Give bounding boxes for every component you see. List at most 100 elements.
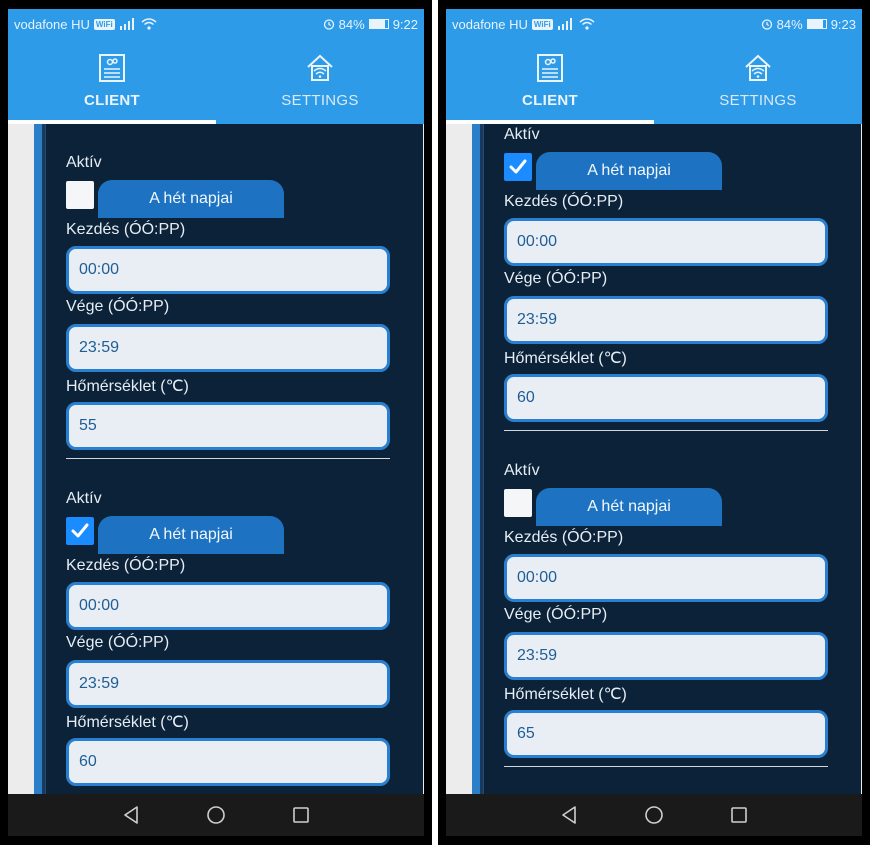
nav-home-button[interactable]	[204, 803, 228, 827]
nav-recents-button[interactable]	[727, 803, 751, 827]
end-time-field[interactable]: 23:59	[504, 632, 828, 680]
tab-client[interactable]: CLIENT	[8, 39, 216, 124]
tab-settings[interactable]: SETTINGS	[216, 39, 424, 124]
temperature-label: Hőmérséklet (℃)	[504, 350, 627, 367]
recents-square-icon	[293, 807, 310, 823]
temperature-label: Hőmérséklet (℃)	[504, 686, 627, 703]
temperature-field[interactable]: 65	[504, 710, 828, 758]
status-left: vodafone HU WiFi	[14, 17, 157, 32]
active-label: Aktív	[504, 126, 540, 143]
start-time-field[interactable]: 00:00	[66, 582, 390, 630]
tab-client-label: CLIENT	[522, 92, 578, 109]
end-time-field[interactable]: 23:59	[504, 296, 828, 344]
tab-bar: CLIENT SETTINGS	[446, 39, 862, 124]
end-time-label: Vége (ÓÓ:PP)	[504, 606, 608, 623]
tab-client[interactable]: CLIENT	[446, 39, 654, 124]
tab-bar: CLIENT SETTINGS	[8, 39, 424, 124]
screen: vodafone HU WiFi 84% 9:23 CLIENT SETTING…	[446, 9, 862, 836]
nav-recents-button[interactable]	[289, 803, 313, 827]
scroll-rail	[472, 124, 480, 794]
battery-fill	[369, 20, 385, 28]
start-time-field[interactable]: 00:00	[504, 218, 828, 266]
tab-settings-label: SETTINGS	[281, 92, 359, 109]
start-time-field[interactable]: 00:00	[504, 554, 828, 602]
start-time-label: Kezdés (ÓÓ:PP)	[504, 529, 624, 546]
schedule-list[interactable]: Aktív A hét napjai Kezdés (ÓÓ:PP) 00:00 …	[8, 124, 424, 794]
clock: 9:23	[830, 16, 856, 32]
back-triangle-icon	[123, 806, 138, 824]
nav-home-button[interactable]	[642, 803, 666, 827]
status-bar: vodafone HU WiFi 84% 9:23	[446, 9, 862, 39]
battery-percent: 84%	[776, 16, 803, 32]
wifi-calling-badge: WiFi	[531, 18, 553, 30]
carrier-name: vodafone HU	[452, 16, 528, 32]
home-circle-icon	[207, 806, 225, 824]
carrier-name: vodafone HU	[14, 16, 90, 32]
battery-icon	[368, 19, 389, 29]
schedule-panel: Aktív A hét napjai Kezdés (ÓÓ:PP) 00:00 …	[45, 124, 423, 794]
tab-client-label: CLIENT	[84, 92, 140, 109]
weekdays-button[interactable]: A hét napjai	[536, 488, 722, 526]
alarm-icon	[323, 19, 334, 30]
status-bar: vodafone HU WiFi 84% 9:22	[8, 9, 424, 39]
alarm-icon	[761, 19, 772, 30]
status-left: vodafone HU WiFi	[452, 17, 595, 32]
weekdays-button[interactable]: A hét napjai	[536, 152, 722, 190]
android-nav-bar	[8, 794, 424, 836]
temperature-label: Hőmérséklet (℃)	[66, 378, 189, 395]
start-time-label: Kezdés (ÓÓ:PP)	[504, 193, 624, 210]
status-right: 84% 9:23	[761, 17, 856, 32]
wifi-calling-badge: WiFi	[93, 18, 115, 30]
battery-percent: 84%	[338, 16, 365, 32]
signal-icon	[119, 18, 134, 30]
phone-screenshot-right: vodafone HU WiFi 84% 9:23 CLIENT SETTING…	[438, 0, 870, 845]
start-time-label: Kezdés (ÓÓ:PP)	[66, 557, 186, 574]
end-time-field[interactable]: 23:59	[66, 660, 390, 708]
schedule-list[interactable]: Aktív A hét napjai Kezdés (ÓÓ:PP) 00:00 …	[446, 124, 862, 794]
active-checkbox[interactable]	[504, 153, 532, 181]
divider	[504, 766, 828, 767]
tab-settings[interactable]: SETTINGS	[654, 39, 862, 124]
active-checkbox[interactable]	[66, 181, 94, 209]
battery-fill	[807, 20, 823, 28]
active-label: Aktív	[504, 462, 540, 479]
scroll-rail	[34, 124, 42, 794]
active-label: Aktív	[66, 154, 102, 171]
checkmark-icon	[71, 523, 89, 538]
nav-back-button[interactable]	[119, 803, 143, 827]
clock: 9:22	[392, 16, 418, 32]
screen: vodafone HU WiFi 84% 9:22 CLIENT SETTING…	[8, 9, 424, 836]
signal-icon	[557, 18, 572, 30]
weekdays-button[interactable]: A hét napjai	[98, 516, 284, 554]
temperature-label: Hőmérséklet (℃)	[66, 714, 189, 731]
temperature-field[interactable]: 60	[504, 374, 828, 422]
back-triangle-icon	[561, 806, 576, 824]
recents-square-icon	[731, 807, 748, 823]
temperature-field[interactable]: 55	[66, 402, 390, 450]
weekdays-button[interactable]: A hét napjai	[98, 180, 284, 218]
client-icon	[537, 54, 563, 82]
settings-icon	[745, 54, 771, 81]
active-checkbox[interactable]	[504, 489, 532, 517]
battery-icon	[806, 19, 827, 29]
nav-back-button[interactable]	[557, 803, 581, 827]
wifi-icon	[579, 18, 595, 30]
start-time-field[interactable]: 00:00	[66, 246, 390, 294]
schedule-panel: Aktív A hét napjai Kezdés (ÓÓ:PP) 00:00 …	[483, 124, 861, 794]
divider	[66, 458, 390, 459]
status-right: 84% 9:22	[323, 17, 418, 32]
tab-settings-label: SETTINGS	[719, 92, 797, 109]
phone-screenshot-left: vodafone HU WiFi 84% 9:22 CLIENT SETTING…	[0, 0, 432, 845]
home-circle-icon	[645, 806, 663, 824]
start-time-label: Kezdés (ÓÓ:PP)	[66, 221, 186, 238]
client-icon	[99, 54, 125, 82]
wifi-icon	[141, 18, 157, 30]
end-time-label: Vége (ÓÓ:PP)	[504, 270, 608, 287]
checkmark-icon	[509, 159, 527, 174]
temperature-field[interactable]: 60	[66, 738, 390, 786]
android-nav-bar	[446, 794, 862, 836]
end-time-label: Vége (ÓÓ:PP)	[66, 634, 170, 651]
divider	[504, 430, 828, 431]
end-time-field[interactable]: 23:59	[66, 324, 390, 372]
active-checkbox[interactable]	[66, 517, 94, 545]
